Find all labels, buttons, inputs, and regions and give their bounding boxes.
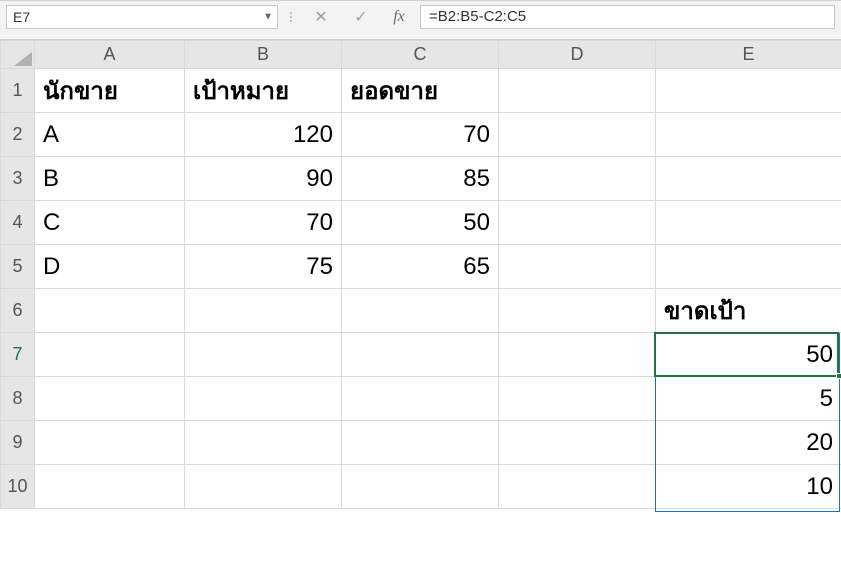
cell-A8[interactable] <box>35 377 185 421</box>
cell-E1[interactable] <box>656 69 841 113</box>
cell-C7[interactable] <box>342 333 499 377</box>
fx-icon: fx <box>393 8 405 26</box>
cell-D4[interactable] <box>499 201 656 245</box>
cell-C6[interactable] <box>342 289 499 333</box>
cell-B5[interactable]: 75 <box>185 245 342 289</box>
cell-E2[interactable] <box>656 113 841 157</box>
chevron-down-icon[interactable]: ▼ <box>263 11 273 22</box>
cell-A10[interactable] <box>35 465 185 509</box>
cell-C4[interactable]: 50 <box>342 201 499 245</box>
cell-E9[interactable]: 20 <box>656 421 841 465</box>
cell-C8[interactable] <box>342 377 499 421</box>
cell-E10[interactable]: 10 <box>656 465 841 509</box>
cell-E3[interactable] <box>656 157 841 201</box>
cancel-formula-button[interactable]: ✕ <box>304 5 338 29</box>
cell-E7[interactable]: 50 <box>656 333 841 377</box>
cell-B4[interactable]: 70 <box>185 201 342 245</box>
cell-A2[interactable]: A <box>35 113 185 157</box>
worksheet[interactable]: A B C D E 1 นักขาย เป้าหมาย ยอดขาย 2 A 1… <box>0 40 841 509</box>
row-header-2[interactable]: 2 <box>1 113 35 157</box>
row-header-1[interactable]: 1 <box>1 69 35 113</box>
col-header-E[interactable]: E <box>656 41 841 69</box>
cell-B2[interactable]: 120 <box>185 113 342 157</box>
col-header-D[interactable]: D <box>499 41 656 69</box>
name-box-value: E7 <box>13 9 30 25</box>
cell-A6[interactable] <box>35 289 185 333</box>
cell-A5[interactable]: D <box>35 245 185 289</box>
select-all-triangle-icon <box>14 52 32 66</box>
col-header-A[interactable]: A <box>35 41 185 69</box>
cell-E8[interactable]: 5 <box>656 377 841 421</box>
cell-A3[interactable]: B <box>35 157 185 201</box>
row-header-4[interactable]: 4 <box>1 201 35 245</box>
insert-function-button[interactable]: fx <box>384 5 414 29</box>
row-header-5[interactable]: 5 <box>1 245 35 289</box>
cell-C1[interactable]: ยอดขาย <box>342 69 499 113</box>
cell-B6[interactable] <box>185 289 342 333</box>
cell-D3[interactable] <box>499 157 656 201</box>
row-header-10[interactable]: 10 <box>1 465 35 509</box>
col-header-C[interactable]: C <box>342 41 499 69</box>
cell-B3[interactable]: 90 <box>185 157 342 201</box>
cell-D2[interactable] <box>499 113 656 157</box>
formula-input[interactable]: =B2:B5-C2:C5 <box>420 5 835 29</box>
cell-D8[interactable] <box>499 377 656 421</box>
cell-A9[interactable] <box>35 421 185 465</box>
cell-D9[interactable] <box>499 421 656 465</box>
col-header-B[interactable]: B <box>185 41 342 69</box>
row-header-3[interactable]: 3 <box>1 157 35 201</box>
cell-C5[interactable]: 65 <box>342 245 499 289</box>
check-icon: ✓ <box>354 7 367 27</box>
enter-formula-button[interactable]: ✓ <box>344 5 378 29</box>
cell-A7[interactable] <box>35 333 185 377</box>
cell-B1[interactable]: เป้าหมาย <box>185 69 342 113</box>
row-header-8[interactable]: 8 <box>1 377 35 421</box>
cell-C2[interactable]: 70 <box>342 113 499 157</box>
grid-table: A B C D E 1 นักขาย เป้าหมาย ยอดขาย 2 A 1… <box>0 40 841 509</box>
cell-E4[interactable] <box>656 201 841 245</box>
row-header-7[interactable]: 7 <box>1 333 35 377</box>
formula-bar-grip-icon <box>284 12 298 22</box>
cell-B9[interactable] <box>185 421 342 465</box>
cell-D5[interactable] <box>499 245 656 289</box>
cell-C3[interactable]: 85 <box>342 157 499 201</box>
cell-B8[interactable] <box>185 377 342 421</box>
cell-E5[interactable] <box>656 245 841 289</box>
formula-text: =B2:B5-C2:C5 <box>429 8 526 25</box>
row-header-9[interactable]: 9 <box>1 421 35 465</box>
formula-bar-row: E7 ▼ ✕ ✓ fx =B2:B5-C2:C5 <box>0 0 841 28</box>
row-header-6[interactable]: 6 <box>1 289 35 333</box>
cell-D6[interactable] <box>499 289 656 333</box>
select-all-corner[interactable] <box>1 41 35 69</box>
cell-C10[interactable] <box>342 465 499 509</box>
name-box[interactable]: E7 ▼ <box>6 5 278 29</box>
cancel-icon: ✕ <box>314 7 327 27</box>
cell-A1[interactable]: นักขาย <box>35 69 185 113</box>
cell-A4[interactable]: C <box>35 201 185 245</box>
cell-C9[interactable] <box>342 421 499 465</box>
cell-D1[interactable] <box>499 69 656 113</box>
cell-D7[interactable] <box>499 333 656 377</box>
cell-B7[interactable] <box>185 333 342 377</box>
cell-D10[interactable] <box>499 465 656 509</box>
cell-B10[interactable] <box>185 465 342 509</box>
formula-bar-spacer <box>0 28 841 40</box>
cell-E6[interactable]: ขาดเป้า <box>656 289 841 333</box>
